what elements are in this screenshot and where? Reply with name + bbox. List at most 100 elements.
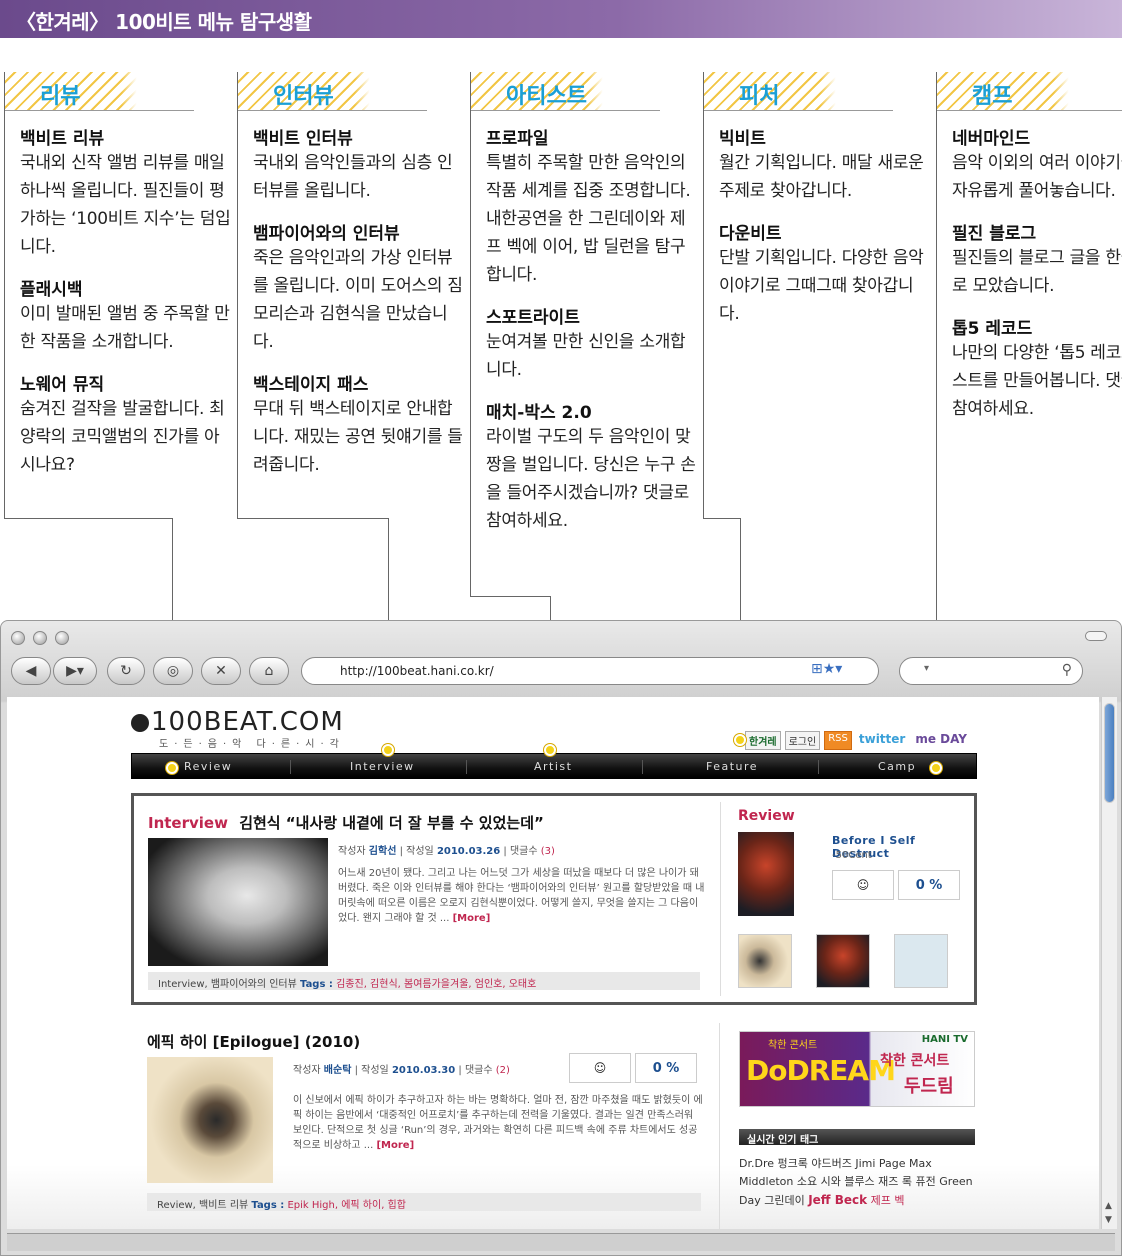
- maximize-window-button[interactable]: [55, 631, 69, 645]
- album-thumbnail[interactable]: [816, 934, 870, 988]
- post2-title[interactable]: 에픽 하이 [Epilogue] (2010): [147, 1031, 360, 1052]
- search-icon[interactable]: ⚲: [1062, 662, 1072, 678]
- scroll-down-icon[interactable]: ▼: [1105, 1215, 1112, 1225]
- vertical-scrollbar[interactable]: ▲ ▼: [1101, 697, 1117, 1229]
- post2-comment-count[interactable]: (2): [496, 1065, 510, 1076]
- concert-banner[interactable]: 착한 콘서트 HANI TV DoDREAM 착한 콘서트 두드림: [739, 1031, 975, 1107]
- tag-cloud-jeff-beck[interactable]: Jeff Beck: [808, 1193, 867, 1207]
- featured-comment-count[interactable]: (3): [541, 846, 555, 857]
- post2-album-cover[interactable]: [147, 1057, 273, 1183]
- featured-body-text: 어느새 20년이 됐다. 그리고 나는 어느덧 그가 세상을 떠났을 때보다 더…: [338, 868, 705, 924]
- url-input[interactable]: http://100beat.hani.co.kr/: [301, 657, 879, 685]
- section-text: 숨겨진 걸작을 발굴합니다. 최양락의 코믹앨범의 진가를 아시나요?: [20, 399, 225, 475]
- section-text: 무대 뒤 백스테이지로 안내합니다. 재밌는 공연 뒷얘기를 들려줍니다.: [253, 399, 463, 475]
- section-text: 국내외 신작 앨범 리뷰를 매일 하나씩 올립니다. 필진들이 평가하는 ‘10…: [20, 153, 231, 257]
- nav-feature[interactable]: Feature: [706, 760, 758, 773]
- twitter-link[interactable]: twitter: [855, 731, 909, 750]
- post2-rating-face-button[interactable]: ☺: [569, 1053, 631, 1083]
- album-thumbnail[interactable]: [738, 934, 792, 988]
- post2-tags[interactable]: Epik High, 에픽 하이, 힙합: [287, 1200, 406, 1211]
- status-bar: [7, 1233, 1115, 1251]
- nav-separator: [642, 760, 643, 774]
- column-rule: [470, 110, 660, 111]
- toolbar-toggle-button[interactable]: [1085, 631, 1107, 641]
- nav-dot-interview: [382, 744, 394, 756]
- author-label: 작성자: [293, 1065, 321, 1076]
- featured-meta: 작성자 김학선 | 작성일 2010.03.26 | 댓글수 (3): [338, 846, 555, 857]
- minimize-window-button[interactable]: [33, 631, 47, 645]
- featured-tags[interactable]: 김종진, 김현식, 봄여름가을겨울, 엄인호, 오태호: [336, 979, 536, 990]
- rss-link[interactable]: RSS: [824, 731, 852, 750]
- featured-title[interactable]: Interview 김현식 “내사랑 내곁에 더 잘 부를 수 있었는데”: [148, 812, 544, 833]
- column-label: 피처: [739, 84, 780, 109]
- login-link[interactable]: 로그인: [784, 731, 821, 750]
- nav-separator: [290, 760, 291, 774]
- forward-arrow-icon: ▶▾: [66, 663, 84, 679]
- chevron-down-icon[interactable]: ▾: [835, 661, 842, 677]
- section-heading: 뱀파이어와의 인터뷰: [253, 224, 400, 244]
- banner-kr2: 두드림: [904, 1076, 954, 1097]
- review-percent: 0 %: [915, 877, 943, 893]
- rss-bookmark-icons[interactable]: ⊞★▾: [811, 661, 871, 681]
- rating-face-button[interactable]: ☺: [832, 870, 894, 900]
- section-heading: 스포트라이트: [486, 308, 580, 328]
- stop-button[interactable]: ◎: [153, 657, 193, 685]
- browser-window: ◀ ▶▾ ↻ ◎ ✕ ⌂ http://100beat.hani.co.kr/ …: [0, 620, 1122, 1256]
- featured-more-link[interactable]: [More]: [453, 913, 491, 924]
- nav-interview[interactable]: Interview: [350, 760, 415, 773]
- post2-category[interactable]: Review, 백비트 리뷰: [157, 1200, 248, 1211]
- site-logo[interactable]: 100BEAT.COM: [131, 707, 344, 737]
- search-input[interactable]: ▾ ⚲: [899, 657, 1083, 685]
- post2-body: 이 신보에서 에픽 하이가 추구하고자 하는 바는 명확하다. 얼마 전, 잠깐…: [293, 1093, 703, 1153]
- column-divider: [720, 802, 721, 996]
- banner-small-text: 착한 콘서트: [768, 1040, 818, 1051]
- author-label: 작성자: [338, 846, 366, 857]
- tags-label: Tags :: [300, 979, 333, 990]
- section-heading: 필진 블로그: [952, 224, 1037, 244]
- banner-kr1: 착한 콘서트: [880, 1053, 950, 1069]
- scroll-up-icon[interactable]: ▲: [1105, 1201, 1112, 1211]
- section-heading: 프로파일: [486, 129, 549, 149]
- featured-box: Interview 김현식 “내사랑 내곁에 더 잘 부를 수 있었는데” 작성…: [131, 793, 977, 1005]
- column-divider: [719, 1023, 720, 1229]
- column-rule: [237, 110, 427, 111]
- rating-percent: 0 %: [898, 870, 960, 900]
- nav-review[interactable]: Review: [184, 760, 232, 773]
- post2-more-link[interactable]: [More]: [376, 1140, 414, 1151]
- featured-tags-bar: Interview, 뱀파이어와의 인터뷰 Tags : 김종진, 김현식, 봄…: [148, 972, 700, 990]
- nav-dot-artist: [544, 744, 556, 756]
- featured-photo[interactable]: [148, 838, 328, 966]
- review-heading[interactable]: Review: [738, 808, 795, 824]
- section-heading: 빅비트: [719, 129, 766, 149]
- featured-body: 어느새 20년이 됐다. 그리고 나는 어느덧 그가 세상을 떠났을 때보다 더…: [338, 866, 706, 926]
- close-icon: ✕: [215, 663, 227, 679]
- banner-hani-text: HANI TV: [921, 1034, 968, 1045]
- logo-mark-icon: [131, 714, 149, 732]
- tag-cloud-jeff-beck-kr[interactable]: 제프 벡: [871, 1194, 905, 1207]
- bookmark-star-icon[interactable]: ★: [823, 661, 836, 677]
- section-text: 국내외 음악인들과의 심층 인터뷰를 올립니다.: [253, 153, 453, 201]
- column-4: 피처 빅비트 월간 기획입니다. 매달 새로운 주제로 찾아갑니다. 다운비트 단발 기…: [703, 72, 933, 328]
- section-heading: 노웨어 뮤직: [20, 375, 105, 395]
- nav-camp[interactable]: Camp: [878, 760, 916, 773]
- album-thumbnail[interactable]: [894, 934, 948, 988]
- hani-link[interactable]: 한겨레: [745, 731, 781, 750]
- section-heading: 네버마인드: [952, 129, 1031, 149]
- column-rule: [4, 110, 194, 111]
- column-tag: 리뷰: [4, 72, 218, 111]
- review-album-cover[interactable]: [738, 832, 794, 916]
- featured-category[interactable]: Interview, 뱀파이어와의 인터뷰: [158, 979, 297, 990]
- search-engine-dropdown-icon[interactable]: ▾: [924, 663, 929, 674]
- nav-artist[interactable]: Artist: [534, 760, 572, 773]
- top-links: 한겨레 로그인 RSS twitter me DAY: [745, 731, 970, 750]
- cancel-button[interactable]: ✕: [201, 657, 241, 685]
- close-window-button[interactable]: [11, 631, 25, 645]
- home-button[interactable]: ⌂: [249, 657, 289, 685]
- me2day-link[interactable]: me DAY: [912, 731, 970, 750]
- scroll-thumb[interactable]: [1104, 703, 1115, 803]
- forward-button[interactable]: ▶▾: [53, 657, 97, 685]
- connector-line: [703, 518, 740, 519]
- back-button[interactable]: ◀: [11, 657, 51, 685]
- reload-button[interactable]: ↻: [107, 657, 145, 685]
- rss-icon[interactable]: ⊞: [811, 661, 823, 677]
